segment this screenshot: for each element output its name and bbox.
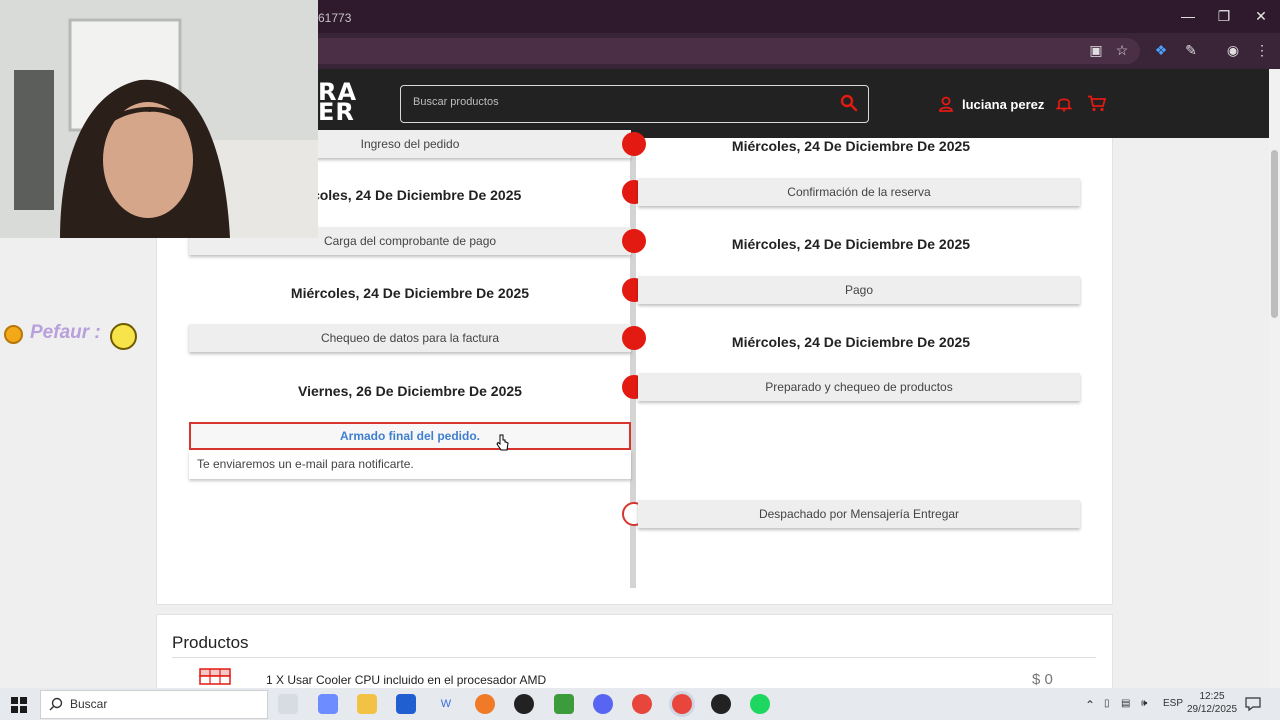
step-label-confirmacion: Confirmación de la reserva xyxy=(638,178,1080,206)
tray-language[interactable]: ESP xyxy=(1163,698,1183,709)
file-explorer-icon[interactable] xyxy=(357,694,377,714)
task-view-icon[interactable] xyxy=(278,694,298,714)
webcam-feed-image xyxy=(0,0,318,238)
step-label-armado-final[interactable]: Armado final del pedido. xyxy=(189,422,631,450)
taskbar-clock[interactable]: 12:25 29/12/2025 xyxy=(1184,690,1240,716)
bookmark-star-icon[interactable]: ☆ xyxy=(1112,40,1132,60)
user-name: luciana perez xyxy=(962,96,1045,112)
step-date-ingreso: Miércoles, 24 De Diciembre De 2025 xyxy=(731,138,971,154)
step-date-carga-comprobante: Miércoles, 24 De Diciembre De 2025 xyxy=(731,236,971,252)
discord-icon[interactable] xyxy=(593,694,613,714)
taskbar-search-label: Buscar xyxy=(70,697,108,711)
clock-date: 29/12/2025 xyxy=(1186,704,1238,715)
notifications-center-icon[interactable] xyxy=(1245,696,1261,712)
logo-line-2: ER xyxy=(318,98,355,126)
chrome-icon[interactable] xyxy=(632,694,652,714)
address-bar[interactable] xyxy=(300,38,1140,64)
tray-chevron-icon[interactable]: ⌃ xyxy=(1085,698,1095,712)
cart-icon[interactable] xyxy=(1087,95,1106,112)
step-label-pago: Pago xyxy=(638,276,1080,304)
clock-time: 12:25 xyxy=(1199,691,1225,702)
spotify-icon[interactable] xyxy=(750,694,770,714)
step-label-preparado: Preparado y chequeo de productos xyxy=(638,373,1080,401)
coin-emote-icon xyxy=(4,325,23,344)
restore-icon[interactable]: ❐ xyxy=(1209,6,1239,26)
products-divider xyxy=(172,657,1096,658)
store-icon[interactable] xyxy=(396,694,416,714)
obs-icon[interactable] xyxy=(514,694,534,714)
notification-bell-icon[interactable] xyxy=(1056,95,1072,112)
search-box xyxy=(400,85,869,123)
app-sun-icon[interactable] xyxy=(475,694,495,714)
tray-network-icon[interactable]: ▤ xyxy=(1121,698,1130,709)
search-icon[interactable] xyxy=(840,94,858,112)
hand-cursor-icon xyxy=(496,434,509,451)
scrollbar-thumb[interactable] xyxy=(1271,150,1278,318)
webcam-overlay xyxy=(0,0,318,238)
search-input[interactable] xyxy=(413,96,813,108)
step-date-preparado: Viernes, 26 De Diciembre De 2025 xyxy=(298,383,522,399)
tray-volume-icon[interactable]: 🕪 xyxy=(1141,698,1147,709)
menu-kebab-icon[interactable]: ⋮ xyxy=(1252,40,1272,60)
minimize-icon[interactable]: — xyxy=(1173,6,1203,26)
product-price: $ 0 xyxy=(1032,671,1053,688)
neutral-face-emote-icon xyxy=(110,323,137,350)
products-title: Productos xyxy=(172,633,249,652)
install-app-icon[interactable]: ▣ xyxy=(1086,40,1106,60)
extensions-puzzle-icon[interactable]: ✎ xyxy=(1181,40,1201,60)
profile-avatar-icon[interactable]: ◉ xyxy=(1223,40,1243,60)
url-text[interactable]: 61773 xyxy=(318,11,351,25)
step-label-despachado: Despachado por Mensajería Entregar xyxy=(638,500,1080,528)
taskbar-search-icon xyxy=(49,697,63,711)
word-icon[interactable]: W xyxy=(436,694,456,714)
step-date-pago: Miércoles, 24 De Diciembre De 2025 xyxy=(290,285,530,301)
obs-recording-icon[interactable] xyxy=(711,694,731,714)
close-icon[interactable]: ✕ xyxy=(1246,6,1276,26)
copilot-icon[interactable] xyxy=(318,694,338,714)
user-icon xyxy=(939,96,953,112)
step-note-armado-final: Te enviaremos un e-mail para notificarte… xyxy=(189,450,631,479)
windows-start-icon[interactable] xyxy=(11,697,27,713)
minecraft-icon[interactable] xyxy=(554,694,574,714)
step-date-chequeo-datos: Miércoles, 24 De Diciembre De 2025 xyxy=(731,334,971,350)
step-label-chequeo-datos: Chequeo de datos para la factura xyxy=(189,324,631,352)
chrome-profile-icon[interactable] xyxy=(672,694,692,714)
product-thumbnail[interactable] xyxy=(198,666,232,688)
chat-overlay-username: Pefaur : xyxy=(30,322,101,343)
user-menu[interactable]: luciana perez xyxy=(938,95,1044,113)
site-logo[interactable]: RA ER xyxy=(318,80,357,126)
translate-extension-icon[interactable]: ❖ xyxy=(1151,40,1171,60)
tray-tablet-icon[interactable]: ▯ xyxy=(1104,698,1110,709)
product-name[interactable]: 1 X Usar Cooler CPU incluido en el proce… xyxy=(266,673,546,687)
